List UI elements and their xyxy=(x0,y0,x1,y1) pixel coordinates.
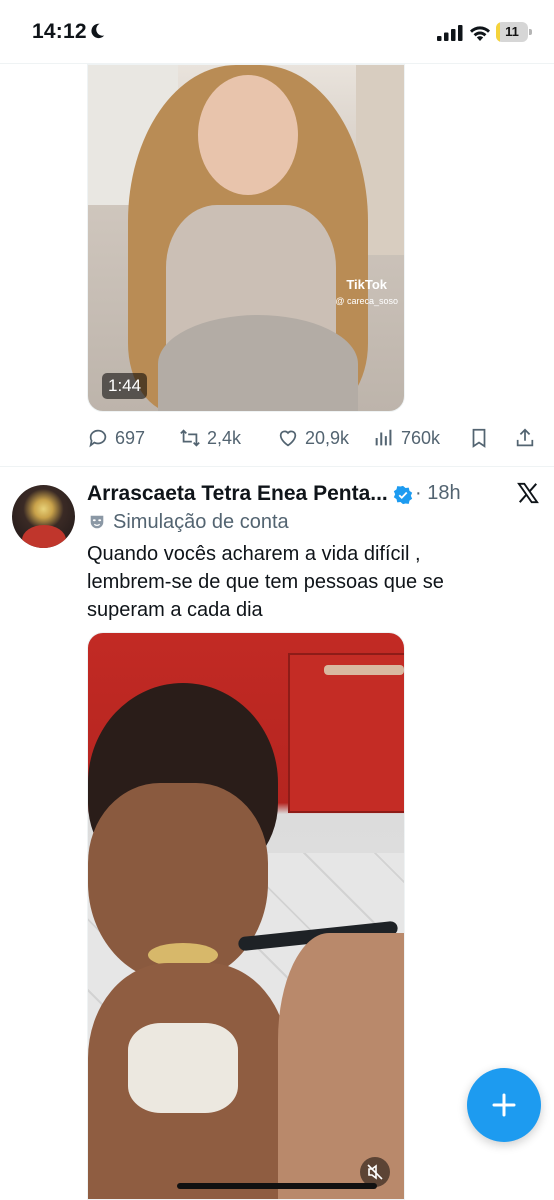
bookmark-button[interactable] xyxy=(468,424,496,452)
video-duration: 1:44 xyxy=(102,373,148,399)
tweet-text: Quando vocês acharem a vida difícil , le… xyxy=(87,543,444,621)
battery-icon: 11 xyxy=(496,22,532,42)
tweet-timestamp: 18h xyxy=(427,482,461,504)
tiktok-watermark: TikTok @ careca_soso xyxy=(335,277,398,306)
moon-icon xyxy=(91,23,105,39)
reply-button[interactable]: 697 xyxy=(87,424,145,452)
home-indicator[interactable] xyxy=(177,1183,377,1189)
x-logo-icon[interactable] xyxy=(517,482,539,504)
share-icon xyxy=(516,428,534,447)
tweet2-video[interactable] xyxy=(87,632,405,1200)
plus-icon xyxy=(492,1093,516,1117)
views-count: 760k xyxy=(401,427,441,448)
status-time: 14:12 xyxy=(32,20,87,43)
tweet-divider xyxy=(0,466,554,467)
author-name[interactable]: Arrascaeta Tetra Enea Penta... xyxy=(87,482,388,506)
time-separator: · xyxy=(415,482,422,504)
cellular-signal-icon xyxy=(437,25,463,41)
compose-button[interactable] xyxy=(467,1068,541,1142)
tweet1-video[interactable]: 1:44 TikTok @ careca_soso xyxy=(87,64,405,412)
reply-count: 697 xyxy=(115,427,146,448)
author-avatar[interactable] xyxy=(12,485,75,548)
tweet-time: · 18h xyxy=(415,482,461,505)
bookmark-icon xyxy=(472,428,486,448)
repost-count: 2,4k xyxy=(207,427,242,448)
reply-icon xyxy=(89,429,107,448)
share-button[interactable] xyxy=(514,424,542,452)
views-chart-icon xyxy=(375,429,392,446)
verified-badge-icon xyxy=(393,485,413,505)
battery-level: 11 xyxy=(505,24,519,39)
like-button[interactable]: 20,9k xyxy=(277,424,349,452)
like-count: 20,9k xyxy=(305,427,350,448)
repost-icon xyxy=(180,429,200,447)
tiktok-logo: TikTok xyxy=(346,277,388,292)
status-bar: 14:12 11 xyxy=(0,0,554,64)
views-button[interactable]: 760k xyxy=(373,424,440,452)
repost-button[interactable]: 2,4k xyxy=(179,424,241,452)
parody-account-label: Simulação de conta xyxy=(113,511,289,533)
tiktok-username: @ careca_soso xyxy=(335,296,398,306)
tweet1-action-bar: 697 2,4k 20,9k 760k xyxy=(87,424,542,452)
wifi-icon xyxy=(470,26,490,41)
heart-icon xyxy=(279,430,297,447)
parody-mask-icon xyxy=(90,515,104,529)
